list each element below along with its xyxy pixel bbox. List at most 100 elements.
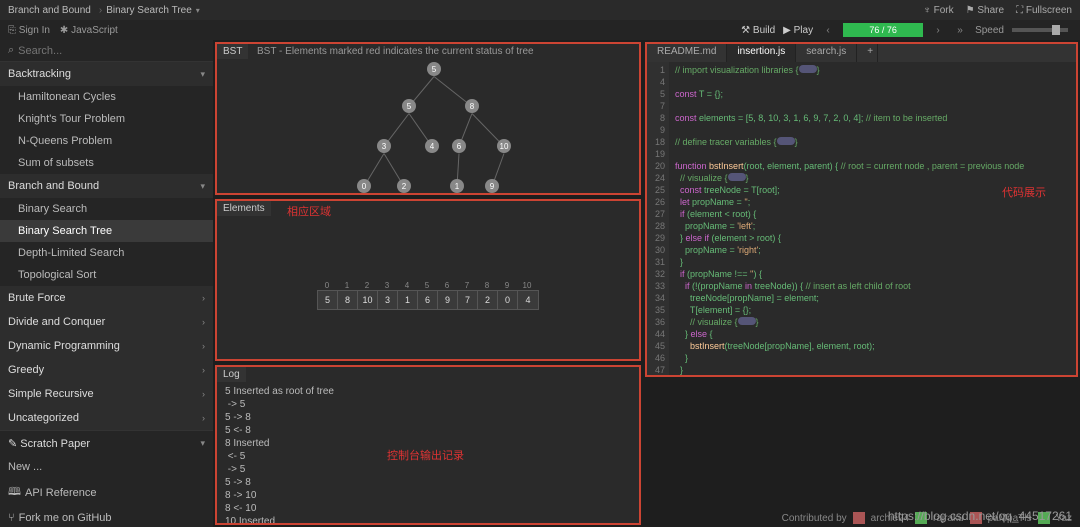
- line-number: 9: [651, 124, 665, 136]
- add-tab-button[interactable]: +: [857, 44, 878, 62]
- line-number: 20: [651, 160, 665, 172]
- sidebar-item-sum-of-subsets[interactable]: Sum of subsets: [0, 152, 213, 174]
- breadcrumb-a[interactable]: Branch and Bound: [8, 5, 91, 16]
- tree-node[interactable]: 5: [402, 99, 416, 113]
- new-scratch[interactable]: New ...: [0, 456, 213, 478]
- line-number: 36: [651, 316, 665, 328]
- line-number: 31: [651, 256, 665, 268]
- sidebar-item-binary-search-tree[interactable]: Binary Search Tree: [0, 220, 213, 242]
- elem-cell[interactable]: 3: [378, 291, 398, 309]
- speed-slider[interactable]: [1012, 28, 1068, 32]
- elements-panel: Elements 相应区域 012345678910 581031697204: [215, 199, 641, 361]
- elem-index: 0: [317, 281, 337, 290]
- line-number: 4: [651, 76, 665, 88]
- elem-index: 6: [437, 281, 457, 290]
- watermark: https://blog.csdn.net/qq_44517261: [888, 509, 1072, 523]
- elem-index: 4: [397, 281, 417, 290]
- search-input[interactable]: [18, 45, 205, 57]
- tree-node[interactable]: 8: [465, 99, 479, 113]
- sidebar-group-backtracking[interactable]: Backtracking▾: [0, 62, 213, 86]
- line-number: 25: [651, 184, 665, 196]
- sidebar-item-knight-s-tour-problem[interactable]: Knight's Tour Problem: [0, 108, 213, 130]
- line-number: 35: [651, 304, 665, 316]
- log-line: 8 <- 10: [225, 502, 631, 515]
- language-select[interactable]: ✱ JavaScript: [60, 25, 118, 36]
- line-number: 24: [651, 172, 665, 184]
- line-number: 19: [651, 148, 665, 160]
- sidebar-group-simple-recursive[interactable]: Simple Recursive›: [0, 382, 213, 406]
- line-number: 30: [651, 244, 665, 256]
- tree-node[interactable]: 5: [427, 62, 441, 76]
- tree-node[interactable]: 10: [497, 139, 511, 153]
- sidebar-group-brute-force[interactable]: Brute Force›: [0, 286, 213, 310]
- signin-button[interactable]: ⎘ Sign In: [8, 25, 50, 36]
- fork-github[interactable]: ⑂Fork me on GitHub: [0, 507, 213, 527]
- step-back-button[interactable]: ‹: [821, 25, 835, 36]
- log-line: 5 <- 8: [225, 424, 631, 437]
- tab-insertion-js[interactable]: insertion.js: [727, 44, 796, 62]
- line-number: 46: [651, 352, 665, 364]
- scratch-paper-header[interactable]: ✎ Scratch Paper▾: [0, 431, 213, 456]
- sidebar-group-divide-and-conquer[interactable]: Divide and Conquer›: [0, 310, 213, 334]
- elem-cell[interactable]: 7: [458, 291, 478, 309]
- sidebar-item-hamiltonean-cycles[interactable]: Hamiltonean Cycles: [0, 86, 213, 108]
- elem-cell[interactable]: 5: [318, 291, 338, 309]
- elem-index: 1: [337, 281, 357, 290]
- log-line: 5 -> 8: [225, 411, 631, 424]
- tree-node[interactable]: 0: [357, 179, 371, 193]
- step-fwd-button[interactable]: ›: [931, 25, 945, 36]
- tree-node[interactable]: 3: [377, 139, 391, 153]
- search-icon: ⌕: [8, 44, 14, 57]
- sidebar-item-binary-search[interactable]: Binary Search: [0, 198, 213, 220]
- share-link[interactable]: ⚑ Share: [966, 5, 1004, 16]
- elem-cell[interactable]: 8: [338, 291, 358, 309]
- api-reference[interactable]: 🕮API Reference: [0, 478, 213, 507]
- sidebar-group-uncategorized[interactable]: Uncategorized›: [0, 406, 213, 430]
- line-number: 33: [651, 280, 665, 292]
- build-button[interactable]: ⚒ Build: [741, 25, 775, 36]
- sidebar-item-depth-limited-search[interactable]: Depth-Limited Search: [0, 242, 213, 264]
- elem-index: 5: [417, 281, 437, 290]
- tab-README-md[interactable]: README.md: [647, 44, 727, 62]
- sidebar-group-branch-and-bound[interactable]: Branch and Bound▾: [0, 174, 213, 198]
- log-line: 10 Inserted: [225, 515, 631, 525]
- elem-index: 3: [377, 281, 397, 290]
- code-annotation: 代码展示: [1002, 184, 1046, 200]
- fullscreen-link[interactable]: ⛶ Fullscreen: [1016, 5, 1072, 16]
- elem-cell[interactable]: 6: [418, 291, 438, 309]
- line-number: 32: [651, 268, 665, 280]
- breadcrumb-sep: ›: [99, 5, 102, 16]
- tree-node[interactable]: 6: [452, 139, 466, 153]
- fork-link[interactable]: ♆ Fork: [923, 5, 953, 16]
- tree-node[interactable]: 2: [397, 179, 411, 193]
- skip-end-button[interactable]: »: [953, 25, 967, 36]
- elem-cell[interactable]: 9: [438, 291, 458, 309]
- breadcrumb-caret[interactable]: ▾: [196, 6, 200, 15]
- line-number: 28: [651, 220, 665, 232]
- line-number: 45: [651, 340, 665, 352]
- elem-index: 8: [477, 281, 497, 290]
- elem-cell[interactable]: 2: [478, 291, 498, 309]
- elem-cell[interactable]: 0: [498, 291, 518, 309]
- elem-cell[interactable]: 1: [398, 291, 418, 309]
- tree-node[interactable]: 4: [425, 139, 439, 153]
- elem-cell[interactable]: 4: [518, 291, 538, 309]
- log-title: Log: [217, 367, 246, 382]
- elements-annotation: 相应区域: [287, 203, 331, 219]
- line-number: 26: [651, 196, 665, 208]
- breadcrumb-b[interactable]: Binary Search Tree: [106, 5, 192, 16]
- sidebar-group-dynamic-programming[interactable]: Dynamic Programming›: [0, 334, 213, 358]
- code-panel: README.mdinsertion.jssearch.js+ 14578918…: [645, 42, 1078, 377]
- tree-node[interactable]: 9: [485, 179, 499, 193]
- sidebar-item-topological-sort[interactable]: Topological Sort: [0, 264, 213, 286]
- bst-panel: BST BST - Elements marked red indicates …: [215, 42, 641, 195]
- play-button[interactable]: ▶ Play: [783, 25, 813, 36]
- code-editor[interactable]: // import visualization libraries {} con…: [669, 62, 1030, 375]
- sidebar-group-greedy[interactable]: Greedy›: [0, 358, 213, 382]
- elem-cell[interactable]: 10: [358, 291, 378, 309]
- tree-node[interactable]: 1: [450, 179, 464, 193]
- log-line: -> 5: [225, 398, 631, 411]
- sidebar-item-n-queens-problem[interactable]: N-Queens Problem: [0, 130, 213, 152]
- tab-search-js[interactable]: search.js: [796, 44, 857, 62]
- progress-bar[interactable]: 76 / 76: [843, 23, 923, 37]
